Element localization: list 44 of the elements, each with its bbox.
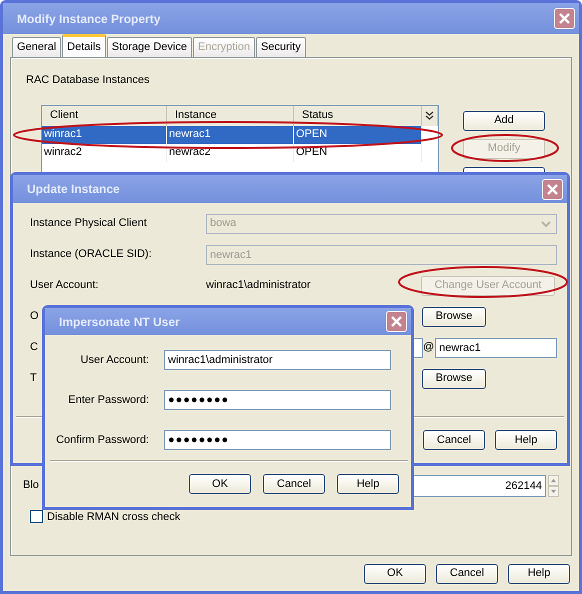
field-label: Blo bbox=[23, 478, 39, 494]
dialog-button[interactable]: OK bbox=[189, 474, 251, 494]
tab[interactable]: General bbox=[12, 37, 62, 57]
dropdown-value: bowa bbox=[210, 216, 238, 232]
column-header[interactable]: Client bbox=[42, 106, 167, 126]
table-cell: winrac2 bbox=[42, 144, 167, 162]
window-title: Modify Instance Property bbox=[17, 10, 160, 28]
field-label: Instance (ORACLE SID): bbox=[30, 247, 152, 262]
account-value: winrac1\administrator bbox=[206, 278, 312, 294]
dialog-button[interactable]: OK bbox=[364, 564, 426, 584]
field-label: C bbox=[30, 340, 38, 356]
table-cell: newrac2 bbox=[167, 144, 294, 162]
browse-button[interactable]: Browse bbox=[422, 306, 486, 326]
tab[interactable]: Details bbox=[62, 34, 106, 57]
window-title: Impersonate NT User bbox=[59, 314, 180, 330]
section-label: RAC Database Instances bbox=[26, 73, 151, 88]
text-field[interactable]: newrac1 bbox=[435, 338, 557, 358]
field-label: O bbox=[30, 309, 39, 324]
checkbox-label[interactable]: Disable RMAN cross check bbox=[47, 508, 180, 525]
field-label: T bbox=[30, 371, 37, 386]
field-label: Instance Physical Client bbox=[30, 216, 147, 232]
dialog-button[interactable]: Cancel bbox=[423, 430, 485, 450]
field-label: User Account: bbox=[30, 278, 98, 294]
browse-button[interactable]: Browse bbox=[422, 368, 486, 388]
table-cell: newrac1 bbox=[167, 126, 294, 144]
dialog-button[interactable]: Help bbox=[495, 430, 557, 450]
field-label: User Account: bbox=[80, 352, 149, 368]
dialog-button[interactable]: Cancel bbox=[436, 564, 498, 584]
table-cell: winrac1 bbox=[42, 126, 167, 144]
dialog-button[interactable]: Cancel bbox=[263, 474, 325, 494]
separator-label: @ bbox=[423, 340, 434, 356]
dialog-button[interactable]: Help bbox=[337, 474, 399, 494]
field-label: Enter Password: bbox=[67, 392, 149, 408]
window-title: Update Instance bbox=[27, 181, 120, 198]
field-label: Confirm Password: bbox=[55, 432, 149, 448]
column-header[interactable]: Instance bbox=[167, 106, 294, 126]
tab[interactable]: Storage Device bbox=[106, 37, 192, 57]
password-field[interactable]: ●●●●●●●● bbox=[164, 390, 391, 410]
column-header[interactable]: Status bbox=[294, 106, 422, 126]
password-field[interactable]: ●●●●●●●● bbox=[164, 430, 391, 450]
text-field[interactable]: winrac1\administrator bbox=[164, 350, 391, 370]
action-button[interactable]: Add bbox=[463, 110, 545, 130]
dialog-button[interactable]: Help bbox=[508, 564, 570, 584]
tab[interactable]: Security bbox=[256, 37, 306, 57]
